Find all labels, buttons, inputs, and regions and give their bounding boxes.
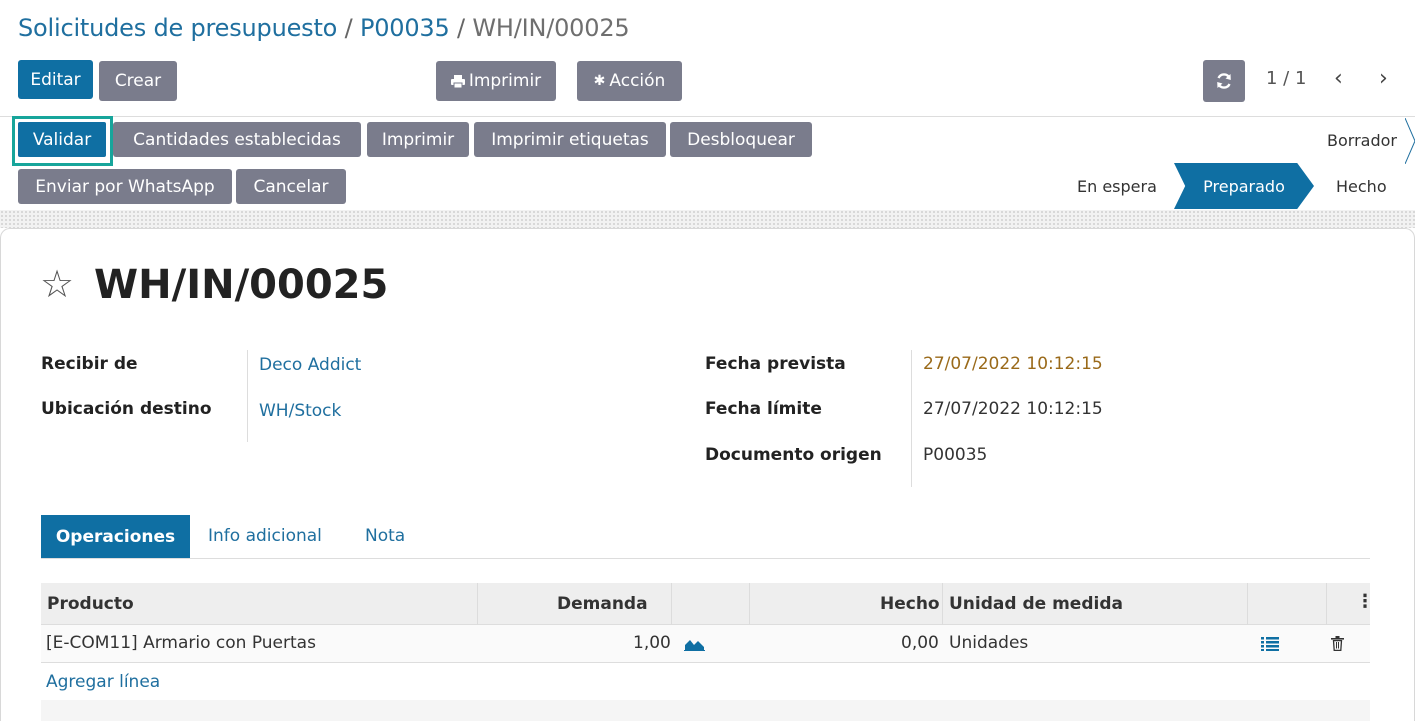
validate-button[interactable]: Validar [18,122,106,157]
cell-product[interactable]: [E-COM11] Armario con Puertas [46,633,316,653]
tab-extra-info[interactable]: Info adicional [208,526,322,546]
table-header: Producto Demanda Hecho Unidad de medida … [41,583,1374,625]
table-row[interactable]: [E-COM11] Armario con Puertas 1,00 0,00 … [41,625,1370,663]
tab-operations[interactable]: Operaciones [41,515,190,558]
destination-location-label: Ubicación destino [41,399,212,419]
sheet-background [0,210,1415,228]
gear-icon: ✱ [593,73,606,89]
printer-icon [450,74,465,88]
table-footer [41,700,1370,721]
set-quantities-button[interactable]: Cantidades establecidas [113,122,361,157]
breadcrumb-rfq-link[interactable]: Solicitudes de presupuesto [18,14,337,42]
trash-icon[interactable] [1331,636,1344,651]
star-icon[interactable]: ☆ [40,262,74,306]
column-separator [477,583,478,625]
column-separator [942,583,943,625]
stage-arrow-icon [1405,118,1415,164]
destination-location-value[interactable]: WH/Stock [259,401,341,421]
detailed-operations-list-icon[interactable] [1261,637,1279,651]
breadcrumb-po-link[interactable]: P00035 [360,14,450,42]
cell-done: 0,00 [901,633,939,653]
source-document-label: Documento origen [705,445,882,465]
column-header-demand[interactable]: Demanda [557,594,648,614]
pager-next-icon[interactable]: › [1379,66,1388,91]
cell-demand: 1,00 [633,633,671,653]
scheduled-date-value: 27/07/2022 10:12:15 [923,354,1103,374]
column-header-product[interactable]: Producto [47,594,134,614]
breadcrumb-separator: / [344,14,353,42]
create-button[interactable]: Crear [99,61,177,101]
column-separator [1247,583,1248,625]
pager-previous-icon[interactable]: ‹ [1334,66,1343,91]
pager-value[interactable]: 1 / 1 [1266,68,1306,89]
column-separator [671,583,672,625]
receive-from-value[interactable]: Deco Addict [259,355,361,375]
column-separator [749,583,750,625]
tab-divider [41,558,1370,559]
print-dropdown-button[interactable]: Imprimir [436,61,556,101]
refresh-button[interactable] [1203,60,1245,102]
scheduled-date-label: Fecha prevista [705,354,846,374]
breadcrumb: Solicitudes de presupuesto / P00035 / WH… [18,14,630,42]
source-document-value: P00035 [923,445,988,465]
action-dropdown-label: Acción [609,71,666,91]
column-header-uom[interactable]: Unidad de medida [949,594,1123,614]
stage-draft[interactable]: Borrador [1327,131,1397,150]
optional-columns-icon[interactable]: ⋮ [1356,591,1374,612]
print-button[interactable]: Imprimir [367,122,469,157]
deadline-value: 27/07/2022 10:12:15 [923,399,1103,419]
field-divider [911,350,912,487]
header-divider [0,116,1415,117]
tab-note[interactable]: Nota [365,526,405,546]
record-title: WH/IN/00025 [94,262,389,308]
print-dropdown-label: Imprimir [468,71,542,91]
column-header-done[interactable]: Hecho [880,594,940,614]
stage-waiting[interactable]: En espera [1077,177,1157,196]
cell-uom: Unidades [949,633,1029,653]
send-whatsapp-button[interactable]: Enviar por WhatsApp [18,169,232,204]
deadline-label: Fecha límite [705,399,822,419]
cancel-button[interactable]: Cancelar [236,169,346,204]
field-divider [247,350,248,442]
forecast-chart-icon[interactable] [684,637,705,651]
edit-button[interactable]: Editar [18,60,93,99]
unlock-button[interactable]: Desbloquear [670,122,812,157]
receive-from-label: Recibir de [41,354,138,374]
refresh-icon [1217,73,1231,89]
column-separator [1326,583,1327,625]
stage-done[interactable]: Hecho [1336,177,1387,196]
print-labels-button[interactable]: Imprimir etiquetas [474,122,666,157]
breadcrumb-current: WH/IN/00025 [472,14,630,42]
breadcrumb-separator: / [457,14,465,42]
stage-ready[interactable]: Preparado [1174,163,1314,209]
add-line-link[interactable]: Agregar línea [46,672,160,692]
action-dropdown-button[interactable]: ✱ Acción [577,61,682,101]
